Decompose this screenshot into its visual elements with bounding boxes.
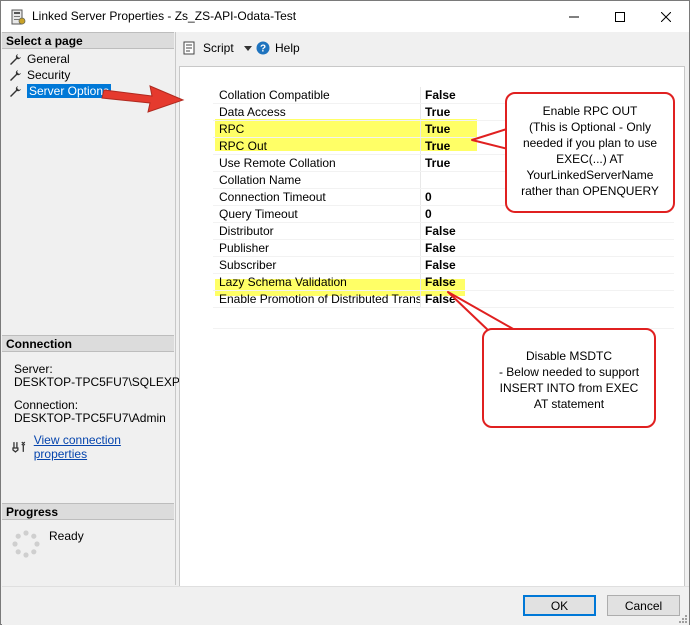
callout-line: EXEC(...) AT [556, 152, 624, 166]
msdtc-callout: Disable MSDTC - Below needed to support … [482, 328, 656, 428]
callout-line: rather than OPENQUERY [521, 184, 659, 198]
callout-line: (This is Optional - Only [528, 120, 652, 134]
callout-pointer [447, 291, 516, 333]
rpc-out-callout: Enable RPC OUT (This is Optional - Only … [505, 92, 675, 213]
callout-line: - Below needed to support [498, 365, 640, 379]
callout-line: needed if you plan to use [522, 136, 658, 150]
callout-line: INSERT INTO from EXEC [499, 381, 639, 395]
callout-line: YourLinkedServerName [526, 168, 654, 182]
red-arrow-icon [101, 85, 185, 113]
callout-line: Enable RPC OUT [542, 104, 638, 118]
callout-line: Disable MSDTC [525, 349, 612, 363]
callout-line: AT statement [533, 397, 605, 411]
